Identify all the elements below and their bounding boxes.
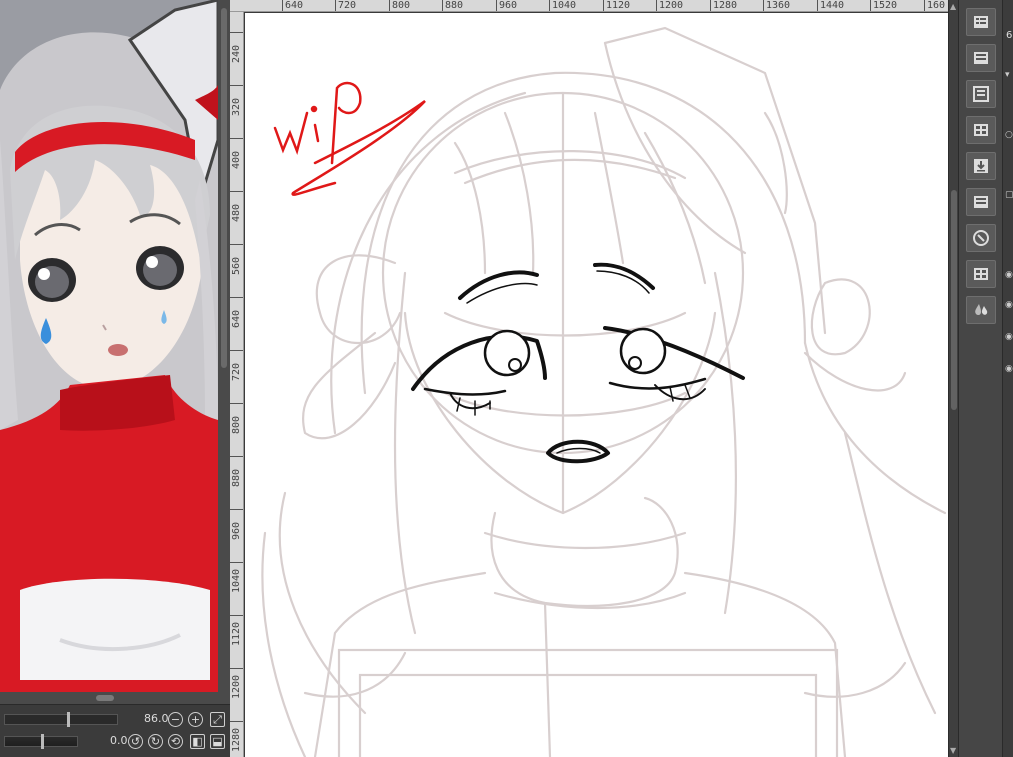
zoom-in-icon[interactable]: + [188,712,203,727]
ruler-tick: 960 [230,509,243,562]
ruler-horizontal: 640 720 800 880 960 1040 1120 1200 1280 … [230,0,948,12]
canvas-vertical-scrollbar[interactable]: ▲ ▼ [948,0,958,757]
ruler-tick: 240 [230,32,243,85]
reset-rotation-icon[interactable]: ⟲ [168,734,183,749]
ruler-tick-label: 960 [231,521,242,540]
ruler-tick: 400 [230,138,243,191]
visibility-icon[interactable]: ◉ [1005,364,1013,374]
dropdown-icon[interactable]: ▾ [1005,70,1013,80]
reference-vertical-scrollbar[interactable] [218,0,230,692]
partial-value: 6 [1006,30,1013,41]
flip-vertical-icon[interactable]: ⬓ [210,734,225,749]
reference-artwork [0,0,218,692]
layer-list-icon[interactable] [966,188,996,216]
ruler-tick: 560 [230,244,243,297]
ruler-tick: 1280 [230,721,243,757]
zoom-row: 86.0 − + ⤢ [0,709,230,731]
rotate-right-icon[interactable]: ↻ [148,734,163,749]
ruler-tick: 880 [442,0,463,11]
scroll-thumb[interactable] [951,190,957,410]
ruler-tick-label: 560 [231,256,242,275]
color-set-icon[interactable] [966,260,996,288]
ruler-tick: 640 [282,0,303,11]
visibility-icon[interactable]: ◉ [1005,300,1013,310]
ruler-tick-label: 880 [231,468,242,487]
rotate-left-icon[interactable]: ↺ [128,734,143,749]
ruler-tick-label: 1040 [231,568,242,593]
sketch-artwork: wip [261,26,947,757]
layer-panel-icon[interactable] [966,8,996,36]
app-window: 86.0 − + ⤢ 0.0 ↺ ↻ ⟲ ◧ ⬓ 640 720 800 880… [0,0,1013,757]
ruler-tick: 960 [496,0,517,11]
ruler-tick: 640 [230,297,243,350]
ruler-tick-label: 1200 [231,674,242,699]
rotation-value: 0.0 [110,734,128,747]
scroll-thumb[interactable] [221,8,227,368]
ruler-tick: 1360 [763,0,790,11]
visibility-icon[interactable]: ◉ [1005,332,1013,342]
rotation-row: 0.0 ↺ ↻ ⟲ ◧ ⬓ [0,731,230,753]
ruler-tick: 480 [230,191,243,244]
ruler-tick: 1440 [817,0,844,11]
ruler-tick-label: 240 [231,44,242,63]
zoom-slider[interactable] [4,712,118,727]
scroll-down-icon[interactable]: ▼ [950,746,956,755]
scroll-up-icon[interactable]: ▲ [950,2,956,11]
ruler-tick: 160 [924,0,945,11]
ruler-tick: 1200 [656,0,683,11]
slider-icon[interactable]: ○ [1005,130,1013,140]
rotation-slider[interactable] [4,734,78,749]
ruler-tick-label: 1280 [231,727,242,752]
slider-knob[interactable] [67,712,70,727]
ruler-tick: 720 [230,350,243,403]
ruler-tick: 320 [230,85,243,138]
ruler-tick: 1280 [710,0,737,11]
properties-icon[interactable] [966,80,996,108]
zoom-out-icon[interactable]: − [168,712,183,727]
slider-knob[interactable] [41,734,44,749]
ruler-tick: 1200 [230,668,243,721]
ruler-tick-label: 720 [231,362,242,381]
layer-folder-icon[interactable] [966,44,996,72]
ruler-tick: 1040 [230,562,243,615]
reference-image-panel[interactable] [0,0,218,692]
layer-grid-icon[interactable] [966,116,996,144]
flip-horizontal-icon[interactable]: ◧ [190,734,205,749]
ruler-tick: 800 [230,403,243,456]
ruler-tick-label: 480 [231,203,242,222]
drawing-canvas[interactable]: wip [245,13,948,757]
reference-horizontal-scrollbar[interactable] [0,692,230,704]
scroll-thumb[interactable] [96,695,114,701]
ruler-vertical: 240 320 400 480 560 640 720 800 880 960 … [230,12,244,757]
ruler-tick-label: 1120 [231,621,242,646]
side-panel-edge: 6 ▾ ○ ▢ ◉ ◉ ◉ ◉ [1002,0,1013,757]
ruler-tick-label: 640 [231,309,242,328]
ruler-tick: 1120 [603,0,630,11]
ruler-tick-label: 800 [231,415,242,434]
import-icon[interactable] [966,152,996,180]
ruler-tick: 1120 [230,615,243,668]
navigator-controls: 86.0 − + ⤢ 0.0 ↺ ↻ ⟲ ◧ ⬓ [0,704,230,757]
ruler-tick: 880 [230,456,243,509]
color-drop-icon[interactable] [966,296,996,324]
ruler-tick: 1040 [549,0,576,11]
ruler-tick-label: 400 [231,150,242,169]
visibility-icon[interactable]: ◉ [1005,270,1013,280]
ruler-tick-label: 320 [231,97,242,116]
ruler-tick: 1520 [870,0,897,11]
zoom-value: 86.0 [144,712,169,725]
ruler-tick: 800 [389,0,410,11]
ruler-tick: 720 [335,0,356,11]
fit-window-icon[interactable]: ⤢ [210,712,225,727]
panel-tool-strip [958,0,1002,757]
navigator-icon[interactable] [966,224,996,252]
layer-thumb-icon[interactable]: ▢ [1005,190,1013,200]
